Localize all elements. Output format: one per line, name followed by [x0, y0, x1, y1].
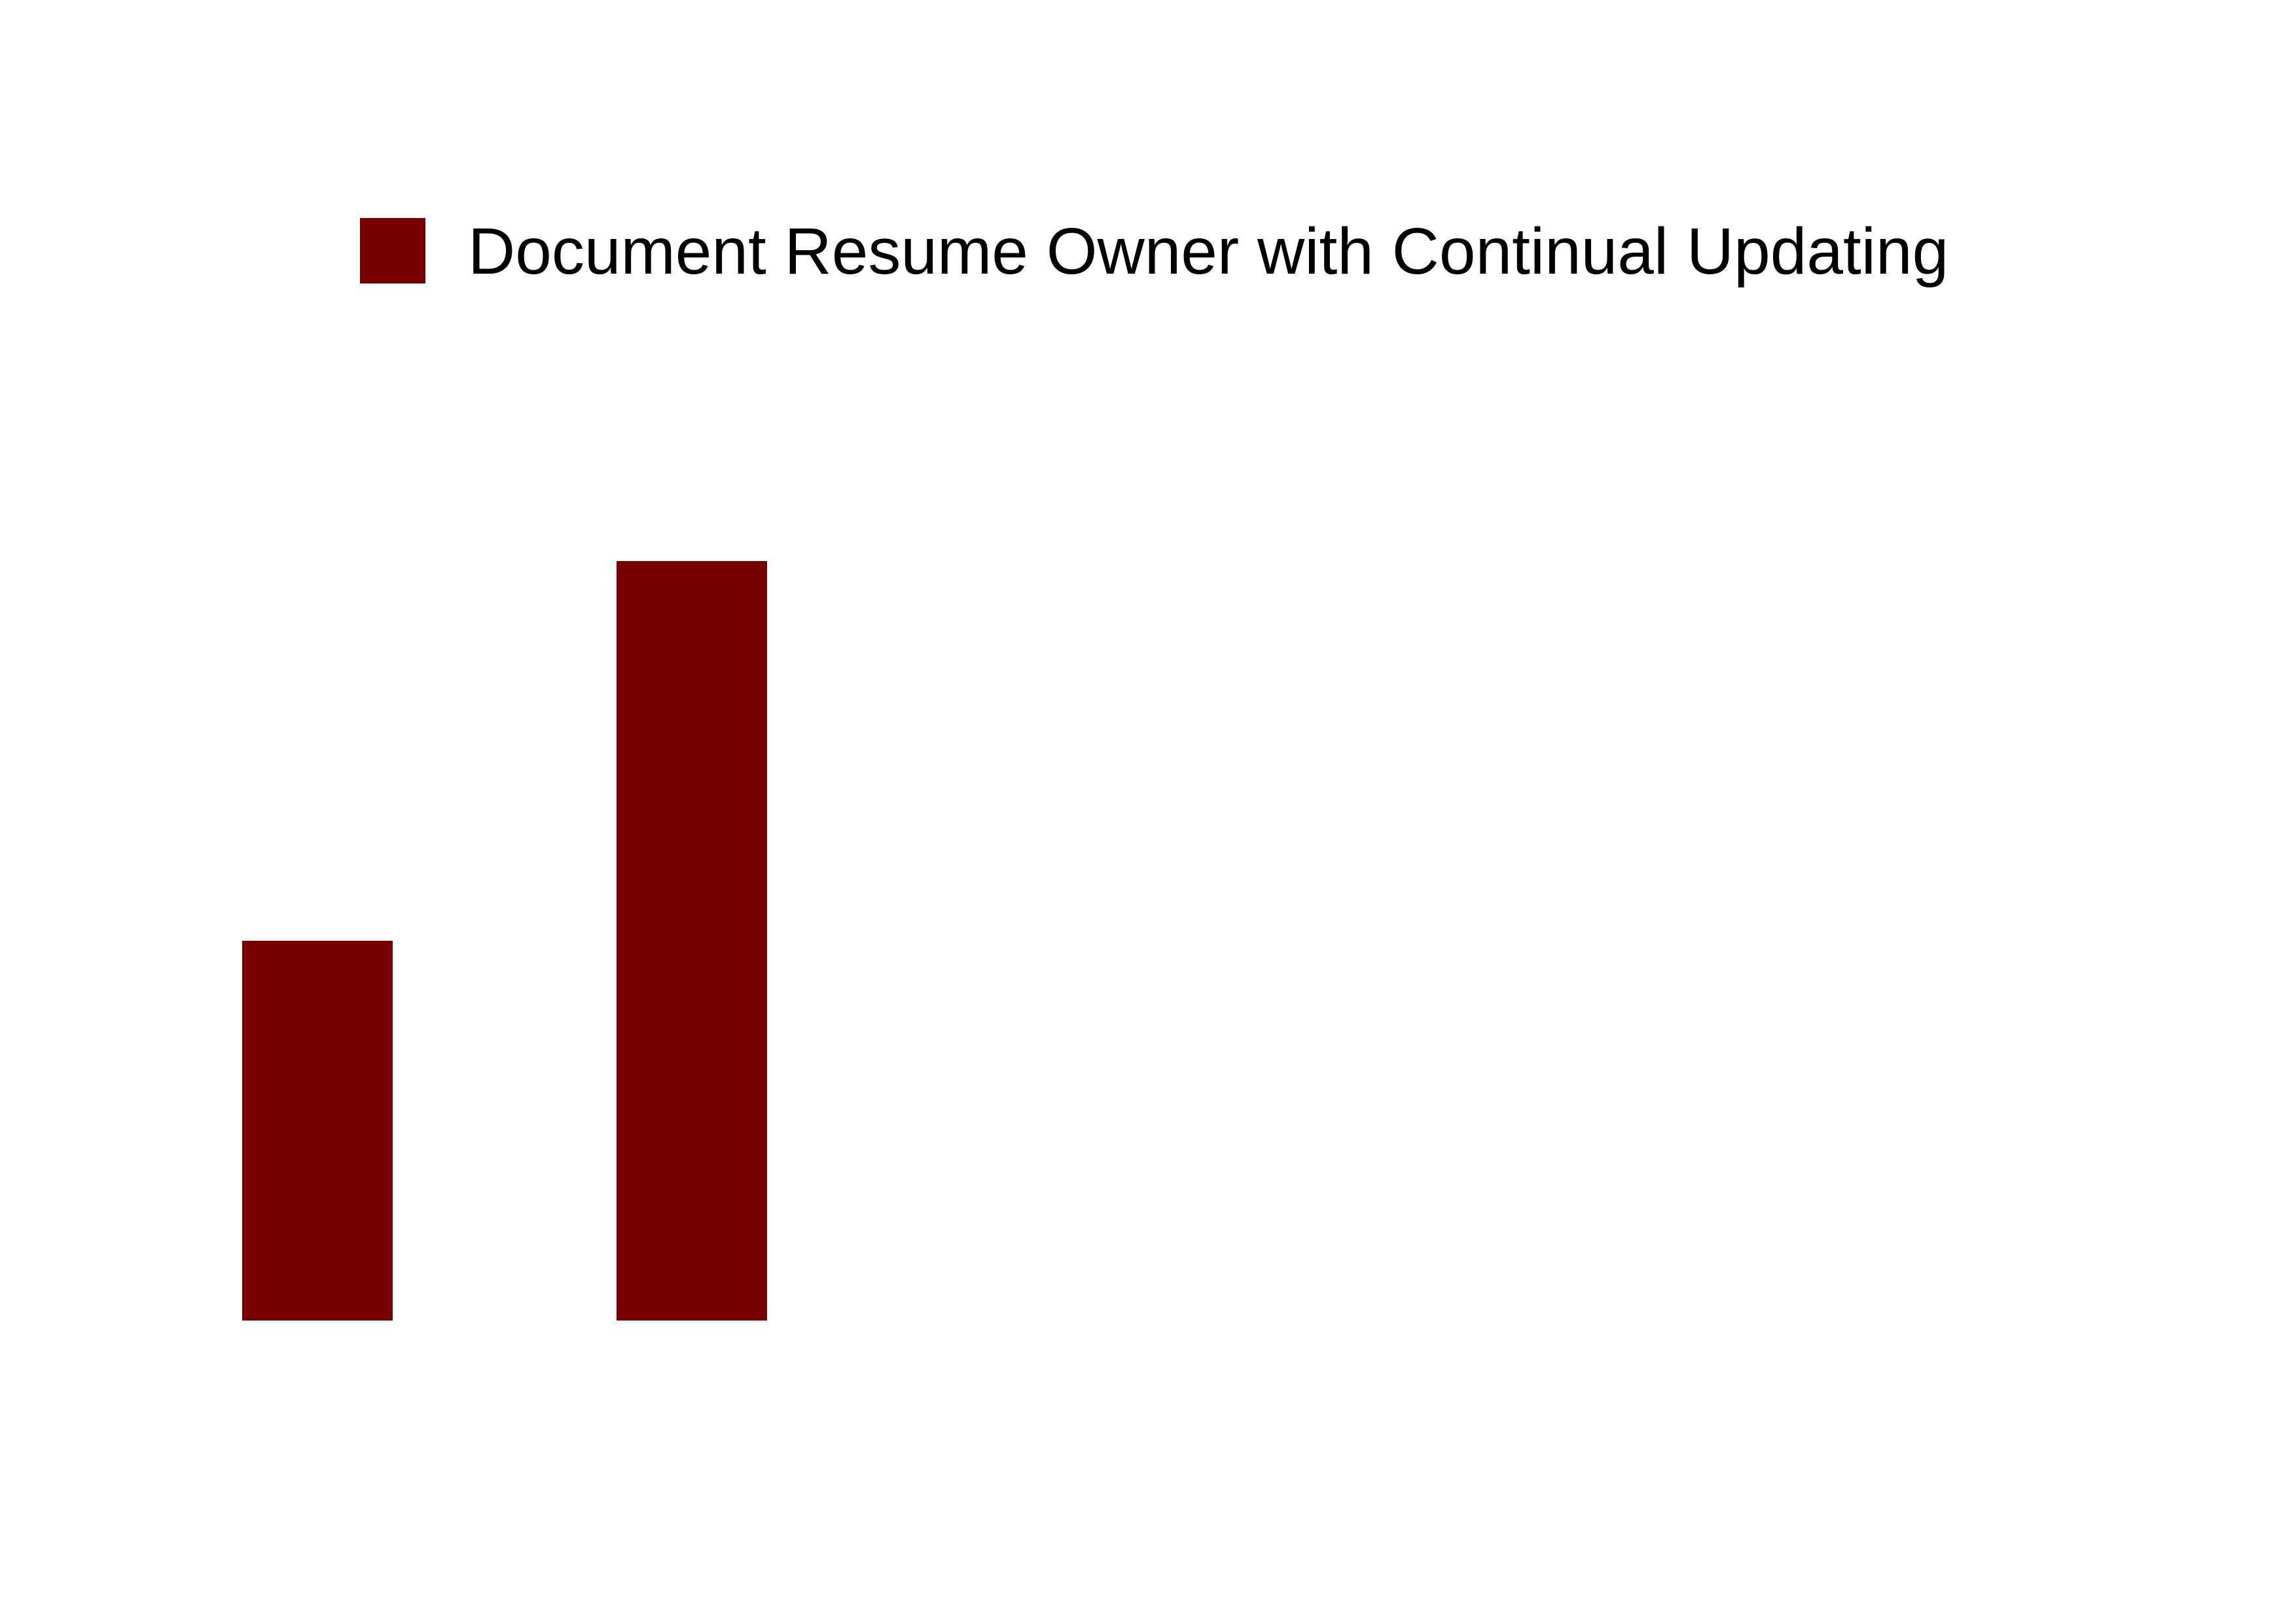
chart-legend: Document Resume Owner with Continual Upd… [360, 215, 1948, 288]
legend-swatch [360, 218, 425, 283]
bar-1 [242, 941, 393, 1321]
bar-2 [617, 561, 767, 1321]
bar-chart: Document Resume Owner with Continual Upd… [242, 215, 1948, 1321]
plot-area [242, 561, 767, 1321]
legend-label: Document Resume Owner with Continual Upd… [468, 215, 1948, 288]
